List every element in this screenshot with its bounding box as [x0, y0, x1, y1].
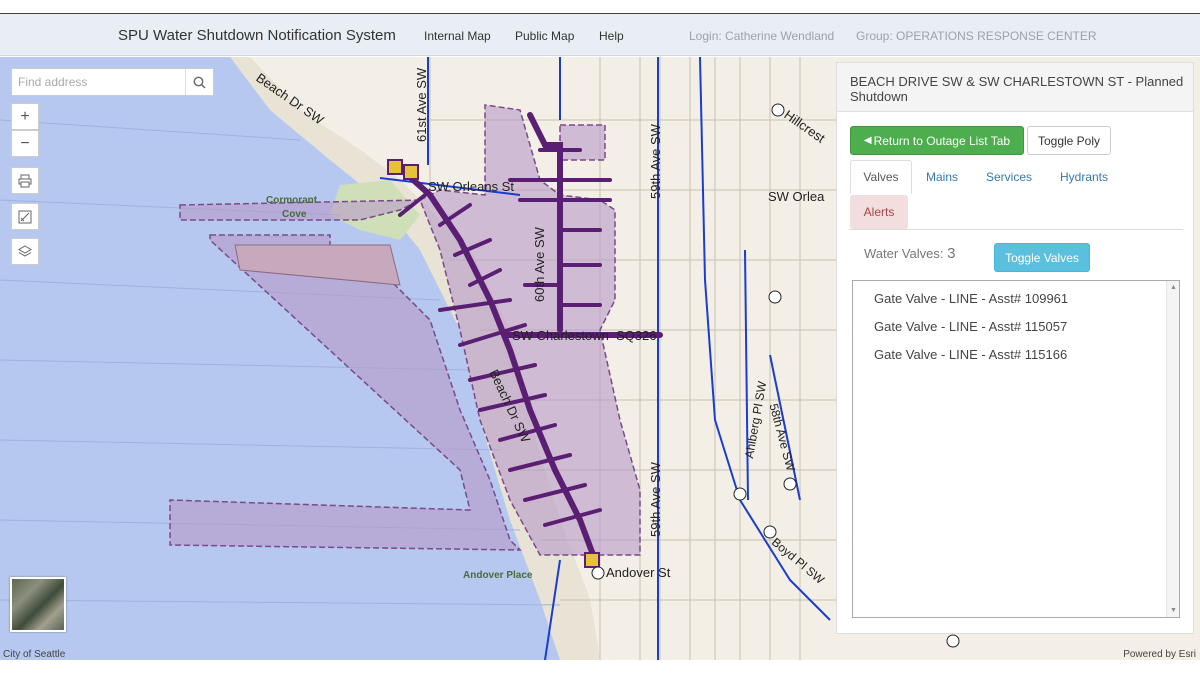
street-label-charlestown: SW Charlestown — [512, 328, 609, 343]
attribution-left: City of Seattle — [3, 649, 66, 660]
group-info: Group: OPERATIONS RESPONSE CENTER — [856, 29, 1097, 43]
nav-help[interactable]: Help — [599, 29, 624, 43]
water-valves-count: Water Valves: 3 — [864, 245, 955, 262]
nav-internal-map[interactable]: Internal Map — [424, 29, 491, 43]
top-navbar: SPU Water Shutdown Notification System I… — [0, 13, 1200, 56]
scroll-up-icon[interactable]: ▲ — [1170, 284, 1177, 291]
tab-alerts[interactable]: Alerts — [850, 195, 908, 229]
tab-valves[interactable]: Valves — [850, 160, 912, 194]
park-label-cove: Cove — [282, 209, 307, 220]
list-item[interactable]: Gate Valve - LINE - Asst# 109961 — [874, 291, 1068, 306]
search-button[interactable] — [185, 69, 213, 95]
basemap-toggle[interactable] — [10, 577, 66, 632]
water-valves-number: 3 — [947, 245, 956, 262]
double-chevron-left-icon: ◀ — [863, 135, 872, 146]
address-search — [11, 68, 214, 96]
toggle-valves-button[interactable]: Toggle Valves — [994, 243, 1090, 272]
return-button-label: Return to Outage List Tab — [873, 133, 1011, 148]
plus-icon: + — [20, 107, 30, 125]
street-label-sw-orleans-2: SW Orlea — [768, 189, 825, 204]
return-to-outage-list-button[interactable]: ◀ Return to Outage List Tab — [850, 126, 1024, 155]
zoom-out-button[interactable]: − — [11, 130, 39, 157]
street-label-61st-ave: 61st Ave SW — [414, 67, 429, 142]
layers-button[interactable] — [11, 238, 39, 265]
list-item[interactable]: Gate Valve - LINE - Asst# 115166 — [874, 347, 1067, 362]
search-icon — [193, 76, 206, 88]
park-label-andover-place: Andover Place — [463, 570, 533, 581]
layers-icon — [18, 244, 32, 257]
tab-hydrants[interactable]: Hydrants — [1051, 160, 1117, 194]
outage-detail-panel: BEACH DRIVE SW & SW CHARLESTOWN ST - Pla… — [836, 62, 1194, 634]
street-label-sw-orleans: SW Orleans St — [428, 179, 514, 194]
nav-public-map[interactable]: Public Map — [515, 29, 574, 43]
printer-icon — [18, 174, 32, 187]
list-scrollbar[interactable]: ▲ ▼ — [1166, 281, 1179, 617]
list-item[interactable]: Gate Valve - LINE - Asst# 115057 — [874, 319, 1067, 334]
water-valves-label: Water Valves: — [864, 246, 944, 261]
measure-button[interactable] — [11, 203, 39, 230]
minus-icon: − — [20, 134, 30, 152]
panel-title: BEACH DRIVE SW & SW CHARLESTOWN ST - Pla… — [837, 63, 1193, 112]
measure-icon — [18, 210, 32, 223]
tab-mains[interactable]: Mains — [916, 160, 968, 194]
toggle-poly-button[interactable]: Toggle Poly — [1027, 126, 1111, 155]
tab-divider — [849, 229, 1183, 230]
login-info: Login: Catherine Wendland — [689, 29, 835, 43]
tab-services[interactable]: Services — [977, 160, 1041, 194]
zoom-in-button[interactable]: + — [11, 103, 39, 130]
app-title: SPU Water Shutdown Notification System — [118, 27, 396, 44]
bottom-strip — [0, 660, 1200, 675]
print-button[interactable] — [11, 167, 39, 194]
street-label-59th-ave: 59th Ave SW — [648, 124, 663, 199]
search-input[interactable] — [12, 69, 185, 95]
park-label-cormorant: Cormorant — [266, 195, 318, 206]
scroll-down-icon[interactable]: ▼ — [1170, 607, 1177, 614]
valve-list[interactable]: Gate Valve - LINE - Asst# 109961 Gate Va… — [852, 280, 1180, 618]
street-label-andover: Andover St — [606, 565, 671, 580]
street-label-60th-ave: 60th Ave SW — [532, 227, 547, 302]
street-label-59th-ave-2: 59th Ave SW — [648, 462, 663, 537]
attribution-right: Powered by Esri — [1123, 649, 1196, 660]
map-label-sq326: SQ326 — [616, 328, 657, 343]
